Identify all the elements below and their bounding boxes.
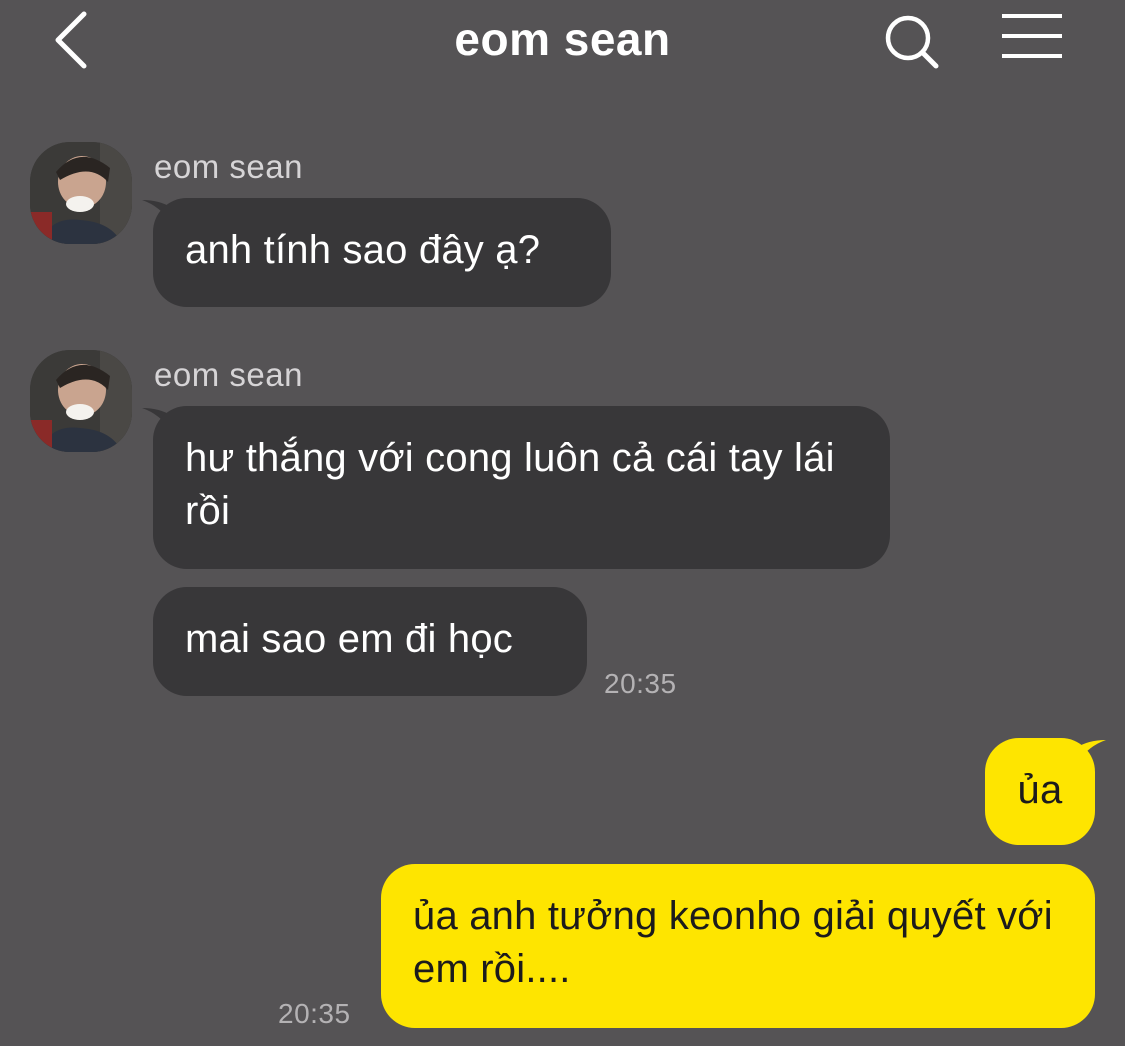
profile-photo [30, 350, 132, 452]
message-bubble[interactable]: hư thắng với cong luôn cả cái tay lái rồ… [153, 406, 890, 569]
message-text: ủa [1017, 768, 1063, 812]
avatar[interactable] [30, 142, 132, 244]
hamburger-menu-icon [1002, 14, 1062, 58]
search-button[interactable] [880, 10, 944, 74]
profile-photo [30, 142, 132, 244]
chat-header: eom sean [0, 0, 1125, 86]
message-text: mai sao em đi học [185, 617, 513, 661]
message-timestamp: 20:35 [604, 668, 677, 699]
menu-button[interactable] [998, 12, 1066, 64]
message-bubble[interactable]: ủa [985, 738, 1095, 845]
message-text: anh tính sao đây ạ? [185, 228, 541, 272]
message-text: ủa anh tưởng keonho giải quyết với em rồ… [413, 894, 1053, 991]
message-text: hư thắng với cong luôn cả cái tay lái rồ… [185, 436, 835, 533]
message-bubble[interactable]: mai sao em đi học [153, 587, 587, 696]
chat-title: eom sean [454, 13, 671, 65]
message-timestamp: 20:35 [278, 998, 351, 1029]
message-bubble[interactable]: ủa anh tưởng keonho giải quyết với em rồ… [381, 864, 1095, 1028]
avatar[interactable] [30, 350, 132, 452]
sender-name: eom sean [154, 148, 303, 185]
search-icon [885, 15, 939, 69]
sender-name: eom sean [154, 356, 303, 393]
message-bubble[interactable]: anh tính sao đây ạ? [153, 198, 611, 307]
